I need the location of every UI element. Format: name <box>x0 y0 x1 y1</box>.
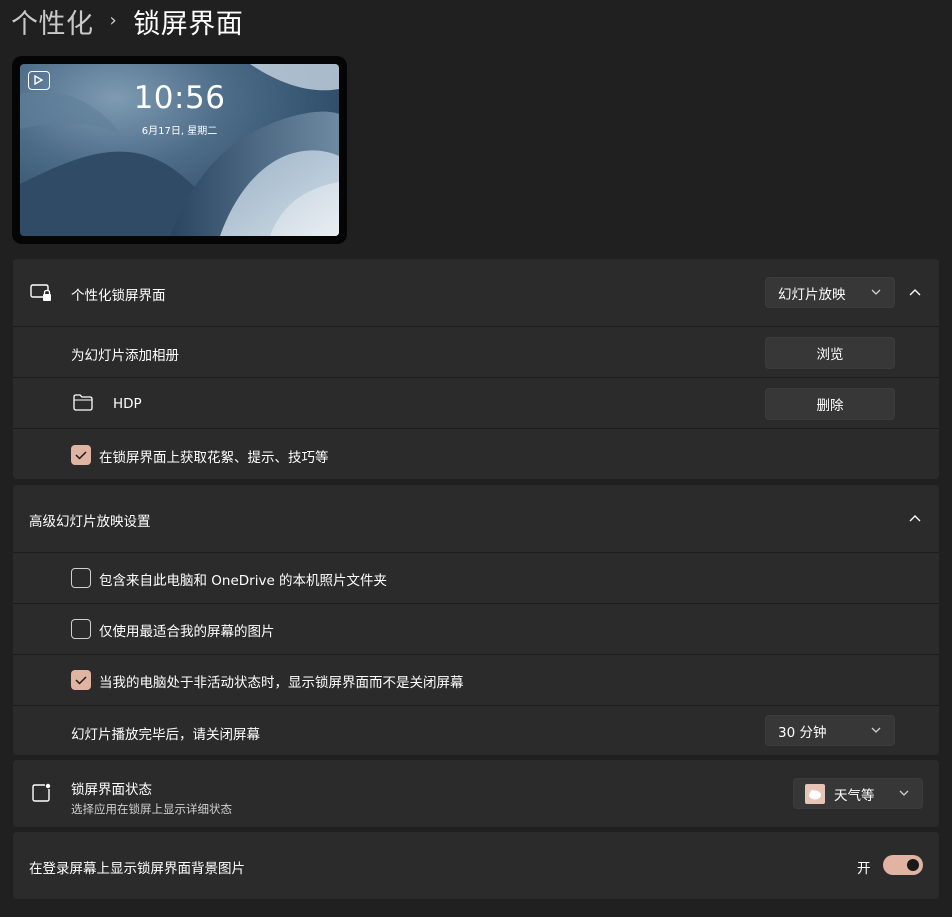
folder-icon <box>73 394 93 415</box>
collapse-button[interactable] <box>903 280 927 304</box>
personalize-lock-screen-label: 个性化锁屏界面 <box>71 288 166 304</box>
signin-background-label: 在登录屏幕上显示锁屏界面背景图片 <box>29 861 245 877</box>
turn-off-screen-row: 幻灯片播放完毕后，请关闭屏幕 30 分钟 <box>13 705 939 755</box>
signin-background-toggle[interactable] <box>883 855 923 875</box>
turn-off-duration-dropdown[interactable]: 30 分钟 <box>765 715 895 746</box>
advanced-collapse-button[interactable] <box>903 506 927 530</box>
lock-screen-status-row: 锁屏界面状态 选择应用在锁屏上显示详细状态 天气等 <box>13 760 939 827</box>
chevron-up-icon <box>909 514 921 521</box>
fit-screen-checkbox[interactable] <box>71 619 91 639</box>
breadcrumb-separator: › <box>109 9 118 31</box>
inactive-lock-checkbox[interactable] <box>71 670 91 690</box>
lock-screen-icon <box>30 284 52 306</box>
status-icon <box>31 783 51 807</box>
lock-screen-status-text: 锁屏界面状态 选择应用在锁屏上显示详细状态 <box>71 778 232 817</box>
lock-screen-mode-value: 幻灯片放映 <box>778 286 846 303</box>
breadcrumb-parent[interactable]: 个性化 <box>11 2 94 41</box>
advanced-slideshow-title: 高级幻灯片放映设置 <box>29 514 151 530</box>
page-title: 锁屏界面 <box>133 8 244 40</box>
turn-off-screen-label: 幻灯片播放完毕后，请关闭屏幕 <box>71 727 260 743</box>
browse-button[interactable]: 浏览 <box>765 337 895 369</box>
lock-screen-mode-dropdown[interactable]: 幻灯片放映 <box>765 277 895 308</box>
breadcrumb: 个性化 › 锁屏界面 <box>11 2 243 40</box>
signin-background-row: 在登录屏幕上显示锁屏界面背景图片 开 <box>13 832 939 899</box>
weather-app-icon <box>805 784 825 804</box>
advanced-slideshow-card: 高级幻灯片放映设置 包含来自此电脑和 OneDrive 的本机照片文件夹 仅使用… <box>13 485 939 755</box>
toggle-knob <box>907 859 919 871</box>
fun-facts-label: 在锁屏界面上获取花絮、提示、技巧等 <box>99 450 329 466</box>
lock-screen-preview: 10:56 6月17日, 星期二 <box>12 56 347 244</box>
fit-screen-row: 仅使用最适合我的屏幕的图片 <box>13 603 939 654</box>
signin-background-card: 在登录屏幕上显示锁屏界面背景图片 开 <box>13 832 939 899</box>
advanced-slideshow-header[interactable]: 高级幻灯片放映设置 <box>13 485 939 552</box>
folder-row: HDP 删除 <box>13 377 939 428</box>
personalize-lock-screen-card: 个性化锁屏界面 幻灯片放映 为幻灯片添加相册 浏览 HDP 删除 在锁屏界面上获… <box>13 259 939 479</box>
inactive-lock-label: 当我的电脑处于非活动状态时，显示锁屏界面而不是关闭屏幕 <box>99 675 464 691</box>
include-camera-roll-row: 包含来自此电脑和 OneDrive 的本机照片文件夹 <box>13 552 939 603</box>
add-album-label: 为幻灯片添加相册 <box>71 348 179 364</box>
folder-name: HDP <box>113 396 142 412</box>
checkmark-icon <box>75 676 87 685</box>
toggle-state-text: 开 <box>857 861 871 877</box>
inactive-lock-row: 当我的电脑处于非活动状态时，显示锁屏界面而不是关闭屏幕 <box>13 654 939 705</box>
remove-folder-button[interactable]: 删除 <box>765 388 895 420</box>
add-album-row: 为幻灯片添加相册 浏览 <box>13 326 939 377</box>
preview-time: 10:56 <box>133 80 226 116</box>
fun-facts-row: 在锁屏界面上获取花絮、提示、技巧等 <box>13 428 939 479</box>
lock-screen-status-title: 锁屏界面状态 <box>71 782 152 798</box>
include-camera-roll-label: 包含来自此电脑和 OneDrive 的本机照片文件夹 <box>99 573 388 589</box>
chevron-down-icon <box>899 790 909 796</box>
lock-screen-status-card: 锁屏界面状态 选择应用在锁屏上显示详细状态 天气等 <box>13 760 939 827</box>
lock-screen-status-subtitle: 选择应用在锁屏上显示详细状态 <box>71 802 232 816</box>
status-app-value: 天气等 <box>834 787 875 804</box>
status-app-dropdown[interactable]: 天气等 <box>793 778 923 809</box>
settings-page: 个性化 › 锁屏界面 10:56 6月17日, 星期二 个性化锁屏界面 幻灯片放… <box>0 0 952 917</box>
preview-wallpaper: 10:56 6月17日, 星期二 <box>20 64 339 236</box>
chevron-down-icon <box>871 289 881 295</box>
fit-screen-label: 仅使用最适合我的屏幕的图片 <box>99 624 275 640</box>
personalize-lock-screen-row[interactable]: 个性化锁屏界面 幻灯片放映 <box>13 259 939 326</box>
checkmark-icon <box>75 451 87 460</box>
include-camera-roll-checkbox[interactable] <box>71 568 91 588</box>
turn-off-duration-value: 30 分钟 <box>778 724 827 741</box>
preview-date: 6月17日, 星期二 <box>141 126 218 137</box>
chevron-up-icon <box>909 288 921 295</box>
fun-facts-checkbox[interactable] <box>71 445 91 465</box>
chevron-down-icon <box>871 727 881 733</box>
